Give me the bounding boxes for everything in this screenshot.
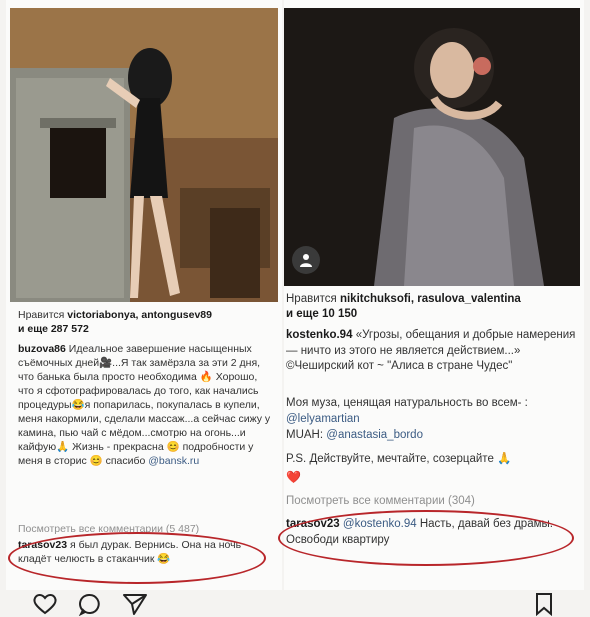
likes-label: Нравится — [18, 309, 65, 321]
photo-illustration — [10, 8, 278, 302]
likes-users[interactable]: victoriabonya, antongusev89 — [67, 309, 212, 321]
left-likes: Нравится victoriabonya, antongusev89 и е… — [18, 308, 276, 336]
right-likes: Нравится nikitchuksofi, rasulova_valenti… — [286, 292, 582, 322]
right-caption-line3: MUAH: @anastasia_bordo — [286, 428, 578, 444]
right-caption-line2: Моя муза, ценящая натуральность во всем-… — [286, 396, 578, 427]
bookmark-icon[interactable] — [534, 592, 554, 616]
right-caption-line4: P.S. Действуйте, мечтайте, созерцайте 🙏 — [286, 452, 578, 468]
comment-icon[interactable] — [78, 592, 102, 616]
action-bar — [0, 590, 590, 617]
red-annotation-circle — [278, 510, 574, 566]
muah-link[interactable]: @anastasia_bordo — [326, 429, 423, 441]
muse-text: Моя муза, ценящая натуральность во всем-… — [286, 397, 528, 409]
right-post: Нравится nikitchuksofi, rasulova_valenti… — [278, 0, 584, 590]
photo-illustration — [284, 8, 580, 286]
red-annotation-circle — [8, 532, 266, 584]
heart-icon[interactable] — [32, 592, 58, 616]
heart-emoji: ❤️ — [286, 470, 301, 484]
left-post-photo[interactable] — [10, 8, 278, 302]
left-caption: buzova86 Идеальное завершение насыщенных… — [18, 342, 276, 468]
heart-emoji-text: ❤️ — [286, 470, 301, 484]
right-post-photo[interactable] — [284, 8, 580, 286]
right-caption: kostenko.94 «Угрозы, обещания и добрые н… — [286, 328, 578, 375]
ps-text: P.S. Действуйте, мечтайте, созерцайте 🙏 — [286, 453, 512, 465]
caption-username[interactable]: buzova86 — [18, 343, 66, 355]
user-tag-icon[interactable] — [292, 246, 320, 274]
muah-label: MUAH: — [286, 429, 324, 441]
view-all-comments-label: Посмотреть все комментарии (304) — [286, 495, 475, 507]
caption-link[interactable]: @bansk.ru — [148, 455, 199, 467]
share-icon[interactable] — [122, 592, 148, 616]
caption-text: Идеальное завершение насыщенных съёмочны… — [18, 343, 271, 467]
left-post: Нравится victoriabonya, antongusev89 и е… — [6, 0, 282, 590]
likes-users[interactable]: nikitchuksofi, rasulova_valentina — [340, 293, 521, 305]
likes-more[interactable]: и еще 287 572 — [18, 323, 89, 335]
likes-more[interactable]: и еще 10 150 — [286, 308, 357, 320]
caption-username[interactable]: kostenko.94 — [286, 329, 352, 341]
right-view-all-comments[interactable]: Посмотреть все комментарии (304) — [286, 494, 578, 508]
likes-label: Нравится — [286, 293, 337, 305]
muse-link[interactable]: @lelyamartian — [286, 413, 360, 425]
